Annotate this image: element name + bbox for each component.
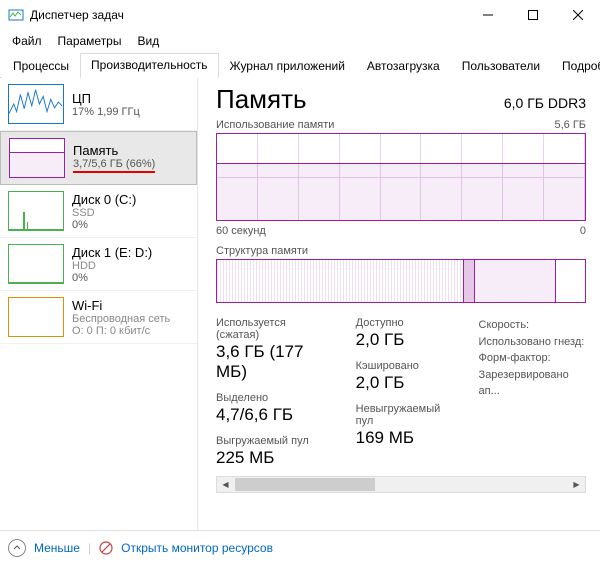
horizontal-scrollbar[interactable]: ◀ ▶ bbox=[216, 476, 586, 493]
menu-file[interactable]: Файл bbox=[4, 32, 50, 50]
tab-performance[interactable]: Производительность bbox=[80, 53, 218, 78]
memory-sub: 3,7/5,6 ГБ (66%) bbox=[73, 158, 155, 173]
available-label: Доступно bbox=[356, 317, 455, 329]
disk1-title: Диск 1 (E: D:) bbox=[72, 245, 152, 260]
panel-heading: Память bbox=[216, 84, 307, 115]
main-area: ЦП 17% 1,99 ГГц Память 3,7/5,6 ГБ (66%) … bbox=[0, 78, 600, 530]
disk0-sub2: 0% bbox=[72, 219, 136, 231]
seg-in-use bbox=[217, 260, 464, 302]
memory-title: Память bbox=[73, 143, 155, 158]
memory-usage-chart bbox=[216, 133, 586, 221]
reserved-label: Зарезервировано ап... bbox=[479, 367, 586, 400]
usage-label: Использование памяти bbox=[216, 119, 334, 131]
menu-view[interactable]: Вид bbox=[129, 32, 167, 50]
sidebar-item-wifi[interactable]: Wi-Fi Беспроводная сеть О: 0 П: 0 кбит/с bbox=[0, 291, 197, 344]
committed-value: 4,7/6,6 ГБ bbox=[216, 405, 332, 425]
window-title: Диспетчер задач bbox=[30, 8, 465, 22]
usage-max: 5,6 ГБ bbox=[554, 119, 586, 131]
close-button[interactable] bbox=[555, 0, 600, 30]
wifi-sub2: О: 0 П: 0 кбит/с bbox=[72, 325, 170, 337]
fewer-details-icon[interactable] bbox=[8, 539, 26, 557]
sidebar: ЦП 17% 1,99 ГГц Память 3,7/5,6 ГБ (66%) … bbox=[0, 78, 198, 530]
footer-separator: | bbox=[88, 541, 91, 555]
disk1-sub1: HDD bbox=[72, 260, 152, 272]
axis-left: 60 секунд bbox=[216, 225, 266, 237]
wifi-sub1: Беспроводная сеть bbox=[72, 313, 170, 325]
content-panel: Память 6,0 ГБ DDR3 Использование памяти … bbox=[198, 78, 600, 530]
speed-label: Скорость: bbox=[479, 317, 586, 334]
menubar: Файл Параметры Вид bbox=[0, 30, 600, 52]
slots-label: Использовано гнезд: bbox=[479, 334, 586, 351]
tabstrip: Процессы Производительность Журнал прило… bbox=[0, 52, 600, 78]
tab-processes[interactable]: Процессы bbox=[2, 54, 80, 78]
memory-thumb bbox=[9, 138, 65, 178]
footer: Меньше | Открыть монитор ресурсов bbox=[0, 530, 600, 564]
tab-users[interactable]: Пользователи bbox=[451, 54, 551, 78]
tab-startup[interactable]: Автозагрузка bbox=[356, 54, 451, 78]
committed-label: Выделено bbox=[216, 392, 332, 404]
scroll-left-icon[interactable]: ◀ bbox=[217, 477, 234, 492]
panel-heading-right: 6,0 ГБ DDR3 bbox=[504, 95, 586, 111]
scroll-thumb[interactable] bbox=[235, 478, 375, 491]
cpu-thumb bbox=[8, 84, 64, 124]
titlebar: Диспетчер задач bbox=[0, 0, 600, 30]
seg-standby bbox=[475, 260, 556, 302]
scroll-right-icon[interactable]: ▶ bbox=[568, 477, 585, 492]
cached-value: 2,0 ГБ bbox=[356, 373, 455, 393]
axis-right: 0 bbox=[580, 225, 586, 237]
nonpaged-label: Невыгружаемый пул bbox=[356, 403, 455, 427]
in-use-label: Используется (сжатая) bbox=[216, 317, 332, 341]
open-resource-monitor-link[interactable]: Открыть монитор ресурсов bbox=[121, 541, 273, 555]
disk0-sub1: SSD bbox=[72, 207, 136, 219]
app-icon bbox=[8, 7, 24, 23]
seg-free bbox=[556, 260, 585, 302]
disk1-thumb bbox=[8, 244, 64, 284]
seg-modified bbox=[464, 260, 475, 302]
menu-options[interactable]: Параметры bbox=[50, 32, 130, 50]
wifi-title: Wi-Fi bbox=[72, 298, 170, 313]
disk0-title: Диск 0 (C:) bbox=[72, 192, 136, 207]
available-value: 2,0 ГБ bbox=[356, 330, 455, 350]
resource-monitor-icon bbox=[99, 541, 113, 555]
struct-label: Структура памяти bbox=[216, 245, 586, 257]
cpu-sub: 17% 1,99 ГГц bbox=[72, 106, 140, 118]
tab-details[interactable]: Подробности bbox=[551, 54, 600, 78]
memory-composition-chart bbox=[216, 259, 586, 303]
sidebar-item-memory[interactable]: Память 3,7/5,6 ГБ (66%) bbox=[0, 131, 197, 185]
tab-app-history[interactable]: Журнал приложений bbox=[219, 54, 356, 78]
fewer-details-link[interactable]: Меньше bbox=[34, 541, 80, 555]
cpu-title: ЦП bbox=[72, 91, 140, 106]
cached-label: Кэшировано bbox=[356, 360, 455, 372]
paged-label: Выгружаемый пул bbox=[216, 435, 332, 447]
form-label: Форм-фактор: bbox=[479, 350, 586, 367]
paged-value: 225 МБ bbox=[216, 448, 332, 468]
stats-right-col: Скорость: Использовано гнезд: Форм-факто… bbox=[479, 317, 586, 468]
sidebar-item-cpu[interactable]: ЦП 17% 1,99 ГГц bbox=[0, 78, 197, 131]
in-use-value: 3,6 ГБ (177 МБ) bbox=[216, 342, 332, 382]
disk0-thumb bbox=[8, 191, 64, 231]
minimize-button[interactable] bbox=[465, 0, 510, 30]
stats-grid: Используется (сжатая) 3,6 ГБ (177 МБ) Вы… bbox=[216, 317, 586, 468]
wifi-thumb bbox=[8, 297, 64, 337]
maximize-button[interactable] bbox=[510, 0, 555, 30]
nonpaged-value: 169 МБ bbox=[356, 428, 455, 448]
disk1-sub2: 0% bbox=[72, 272, 152, 284]
sidebar-item-disk1[interactable]: Диск 1 (E: D:) HDD 0% bbox=[0, 238, 197, 291]
sidebar-item-disk0[interactable]: Диск 0 (C:) SSD 0% bbox=[0, 185, 197, 238]
